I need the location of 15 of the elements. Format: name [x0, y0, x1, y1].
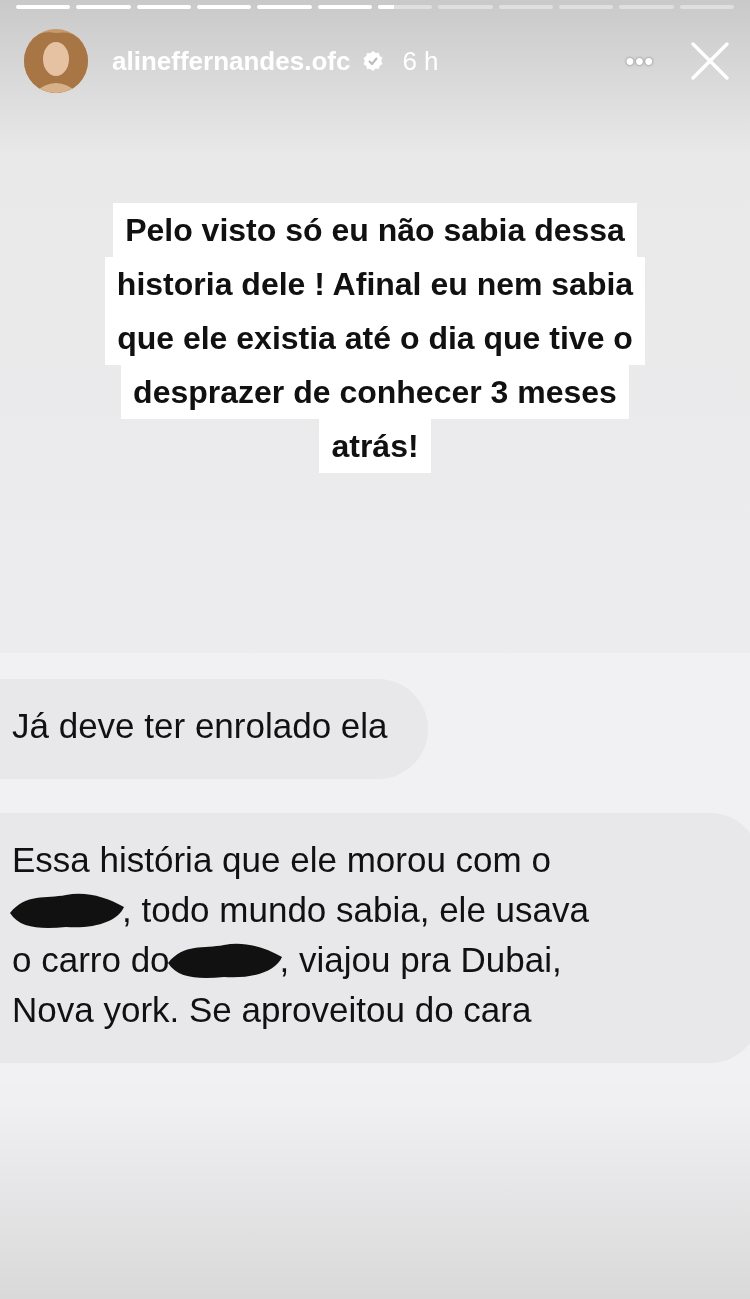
progress-segment: [377, 5, 433, 9]
progress-segment: [16, 5, 71, 9]
message-text: Essa história que ele morou com o: [12, 839, 551, 881]
message-text: Nova york. Se aproveitou do cara: [12, 989, 532, 1031]
message-text: , viajou pra Dubai,: [279, 939, 562, 981]
close-icon[interactable]: [690, 41, 730, 81]
message-text: , todo mundo sabia, ele usava: [122, 889, 589, 931]
progress-segment: [257, 5, 312, 9]
progress-segment: [76, 5, 131, 9]
progress-segment: [197, 5, 252, 9]
more-button[interactable]: •••: [611, 47, 668, 75]
message-text: Já deve ter enrolado ela: [12, 705, 388, 747]
progress-segment: [136, 5, 191, 9]
progress-segment: [317, 5, 372, 9]
message-text: o carro do: [12, 939, 170, 981]
